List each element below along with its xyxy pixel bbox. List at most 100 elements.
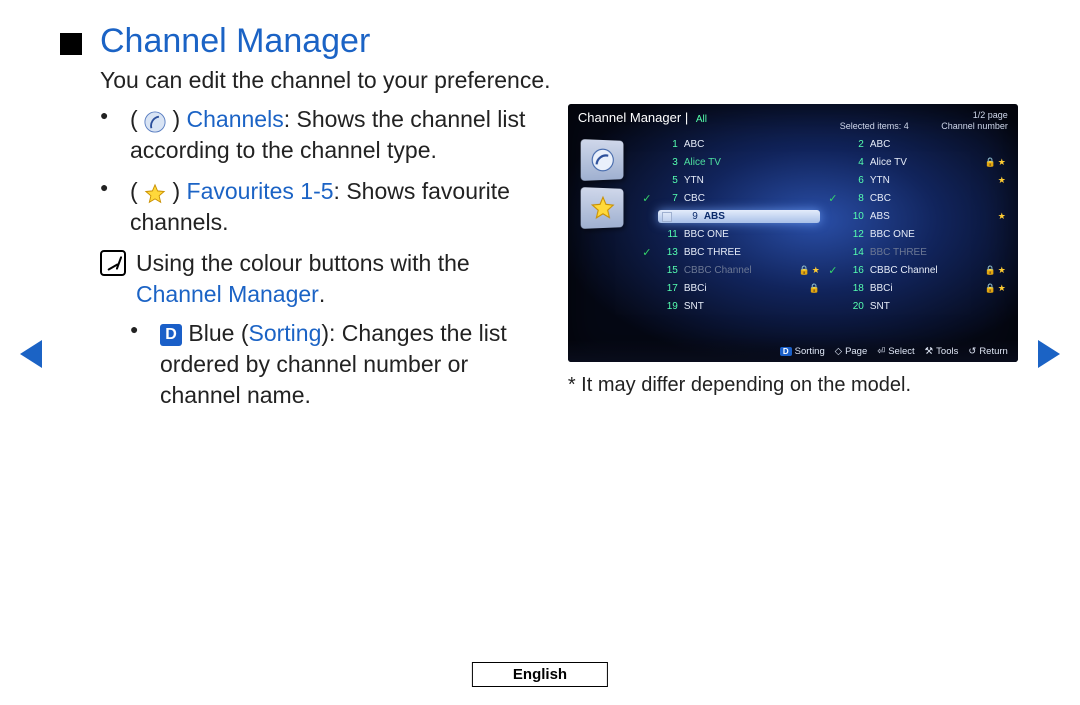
tv-sort-label: Channel number <box>941 121 1008 131</box>
channel-cell[interactable]: 6 YTN ★ <box>824 175 1010 186</box>
tv-page-info: 1/2 page <box>840 110 1008 121</box>
channel-cell[interactable]: 4Alice TV🔒★ <box>824 157 1010 168</box>
bullet-favourites: ( ) Favourites 1-5: Shows favourite chan… <box>100 176 550 238</box>
tv-side-tabs <box>568 132 638 332</box>
tv-pipe: | <box>685 110 692 125</box>
star-icon: ★ <box>812 265 820 276</box>
channel-badges: ★ <box>980 175 1006 186</box>
channel-cell[interactable]: 3Alice TV <box>638 157 824 168</box>
fav-num: 5 <box>321 178 334 204</box>
channel-row: 3Alice TV4Alice TV🔒★ <box>638 154 1010 172</box>
channel-cell[interactable]: 18BBCi🔒★ <box>824 283 1010 294</box>
side-tab-favourites[interactable] <box>580 187 623 229</box>
channel-name: ABC <box>870 139 974 150</box>
return-icon: ↺ <box>968 346 976 357</box>
bullet-channels: ( ) Channels: Shows the channel list acc… <box>100 104 550 166</box>
footer-sorting[interactable]: DSorting <box>780 346 825 357</box>
channel-badges: 🔒★ <box>980 157 1006 168</box>
selected-channel-pill[interactable]: 9ABS <box>658 210 820 223</box>
footer-page[interactable]: ◇Page <box>835 346 868 357</box>
fav-dash: - <box>313 178 321 204</box>
channel-row: 1ABC2ABC <box>638 136 1010 154</box>
enter-icon: ⏎ <box>877 346 885 357</box>
channel-badges: ★ <box>980 211 1006 222</box>
channel-number: 3 <box>658 157 678 168</box>
satellite-icon <box>144 110 166 132</box>
channel-cell[interactable]: 5 YTN <box>638 175 824 186</box>
nav-prev[interactable] <box>20 340 42 368</box>
star-icon: ★ <box>998 157 1006 168</box>
channel-name: CBC <box>870 193 974 204</box>
footer-select[interactable]: ⏎Select <box>877 346 914 357</box>
tv-footer: DSorting ◇Page ⏎Select ⚒Tools ↺Return <box>568 340 1018 362</box>
channel-cell[interactable]: ✓13BBC THREE <box>638 246 824 259</box>
channel-name: ABC <box>684 139 788 150</box>
sub-blue-sorting: D Blue (Sorting): Changes the list order… <box>130 318 550 411</box>
channel-cell[interactable]: ✓16CBBC Channel🔒★ <box>824 264 1010 277</box>
side-tab-channels[interactable] <box>580 139 623 181</box>
keycap-d: D <box>160 324 182 346</box>
channel-cell[interactable]: 2ABC <box>824 139 1010 150</box>
channel-number: 13 <box>658 247 678 258</box>
channel-badges: 🔒★ <box>980 265 1006 276</box>
updown-icon: ◇ <box>835 346 842 357</box>
tv-screenshot: Channel Manager | All 1/2 page Selected … <box>568 104 1018 362</box>
channel-name: ABS <box>870 211 974 222</box>
keycap-d-mini: D <box>780 347 792 356</box>
channel-number: 18 <box>844 283 864 294</box>
channel-name: BBC THREE <box>684 247 788 258</box>
channel-cell[interactable]: 10 ABS ★ <box>824 211 1010 222</box>
channel-cell[interactable]: 14BBC THREE <box>824 247 1010 258</box>
footnote: * It may differ depending on the model. <box>568 374 1020 397</box>
channel-row: ✓13BBC THREE14BBC THREE <box>638 244 1010 262</box>
lock-icon: 🔒 <box>809 283 820 294</box>
channel-cell[interactable]: 17BBCi🔒 <box>638 283 824 294</box>
channel-number: 17 <box>658 283 678 294</box>
channel-cell[interactable]: 20SNT <box>824 301 1010 312</box>
channel-name: ABS <box>704 211 784 222</box>
channel-cell[interactable]: ✓8CBC <box>824 192 1010 205</box>
intro-text: You can edit the channel to your prefere… <box>100 67 1020 94</box>
note-row: Using the colour buttons with the Channe… <box>60 248 550 310</box>
footer-sorting-label: Sorting <box>795 346 825 357</box>
channel-cell[interactable]: 12BBC ONE <box>824 229 1010 240</box>
channel-cell[interactable]: 1ABC <box>638 139 824 150</box>
channel-number: 16 <box>844 265 864 276</box>
title-row: Channel Manager <box>60 22 1020 61</box>
channel-name: YTN <box>870 175 974 186</box>
channel-name: CBBC Channel <box>684 265 788 276</box>
channel-name: Alice TV <box>870 157 974 168</box>
channel-cell[interactable]: 19SNT <box>638 301 824 312</box>
note-text: Using the colour buttons with the Channe… <box>136 248 550 310</box>
channel-name: YTN <box>684 175 788 186</box>
right-column: Channel Manager | All 1/2 page Selected … <box>568 104 1020 411</box>
channel-number: 11 <box>658 229 678 240</box>
title-bullet-square <box>60 33 82 55</box>
channel-number: 7 <box>658 193 678 204</box>
channel-badges: 🔒 <box>794 283 820 294</box>
footer-tools-label: Tools <box>936 346 958 357</box>
note-icon <box>100 250 126 276</box>
channel-number: 5 <box>658 175 678 186</box>
footnote-star: * <box>568 374 576 396</box>
checkbox[interactable] <box>662 212 672 222</box>
star-icon: ★ <box>998 175 1006 186</box>
channel-number: 6 <box>844 175 864 186</box>
channel-number: 10 <box>844 211 864 222</box>
star-icon: ★ <box>998 283 1006 294</box>
channel-row: 19SNT20SNT <box>638 298 1010 316</box>
footer-tools[interactable]: ⚒Tools <box>925 346 959 357</box>
channel-row: 17BBCi🔒18BBCi🔒★ <box>638 280 1010 298</box>
channel-cell[interactable]: 11BBC ONE <box>638 229 824 240</box>
columns: ( ) Channels: Shows the channel list acc… <box>60 104 1020 411</box>
lock-icon: 🔒 <box>985 157 996 168</box>
footer-return[interactable]: ↺Return <box>968 346 1007 357</box>
lock-icon: 🔒 <box>799 265 810 276</box>
nav-next[interactable] <box>1038 340 1060 368</box>
lock-icon: 🔒 <box>985 265 996 276</box>
channel-cell[interactable]: 15CBBC Channel🔒★ <box>638 265 824 276</box>
sub-list: D Blue (Sorting): Changes the list order… <box>60 318 550 411</box>
channel-cell[interactable]: ✓7CBC <box>638 192 824 205</box>
language-box[interactable]: English <box>472 662 608 687</box>
channel-cell[interactable]: 9ABS <box>638 210 824 223</box>
